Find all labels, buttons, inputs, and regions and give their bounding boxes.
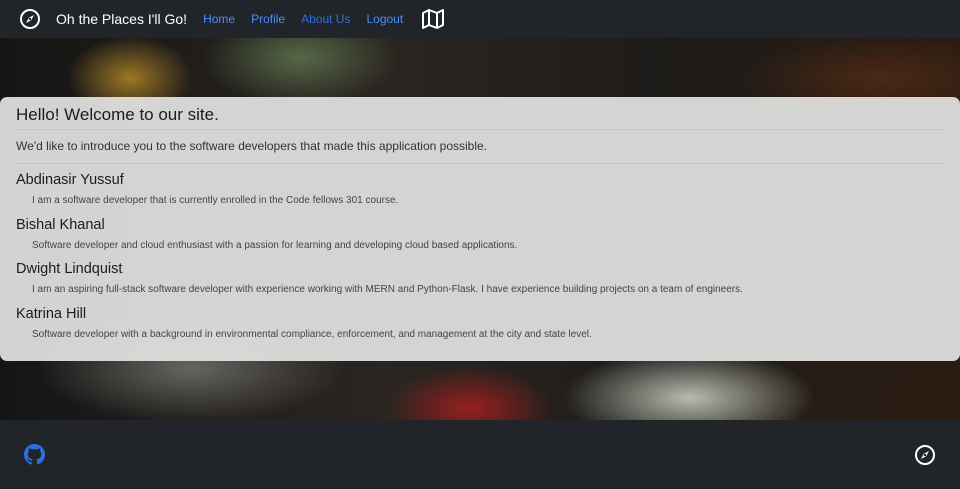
developer-bio: Software developer with a background in … [32,328,592,340]
developer-item: Bishal Khanal Software developer and clo… [16,215,944,260]
top-navbar: Oh the Places I'll Go! Home Profile Abou… [0,0,960,38]
developer-name: Bishal Khanal [16,216,105,233]
developer-name: Abdinasir Yussuf [16,172,124,188]
brand-title[interactable]: Oh the Places I'll Go! [56,11,187,27]
nav-about-link[interactable]: About Us [301,12,350,26]
welcome-card: Hello! Welcome to our site. We'd like to… [0,97,960,361]
developer-name: Dwight Lindquist [16,261,123,277]
compass-icon[interactable] [19,8,41,30]
nav-logout-link[interactable]: Logout [366,12,403,26]
developer-bio: I am a software developer that is curren… [32,195,399,206]
welcome-title: Hello! Welcome to our site. [16,105,219,124]
developer-item: Abdinasir Yussuf I am a software develop… [16,170,944,215]
footer [0,420,960,489]
developer-bio: Software developer and cloud enthusiast … [32,239,518,251]
developer-name: Katrina Hill [16,305,87,322]
developer-bio: I am an aspiring full-stack software dev… [32,284,743,295]
developer-list: Abdinasir Yussuf I am a software develop… [16,170,944,348]
github-icon[interactable] [24,444,45,465]
nav-home-link[interactable]: Home [203,12,235,26]
map-icon[interactable] [421,8,445,30]
developer-item: Dwight Lindquist I am an aspiring full-s… [16,259,944,304]
nav-profile-link[interactable]: Profile [251,12,285,26]
compass-icon[interactable] [914,444,936,466]
intro-text: We'd like to introduce you to the softwa… [16,139,488,153]
developer-item: Katrina Hill Software developer with a b… [16,304,944,349]
divider [16,163,944,164]
